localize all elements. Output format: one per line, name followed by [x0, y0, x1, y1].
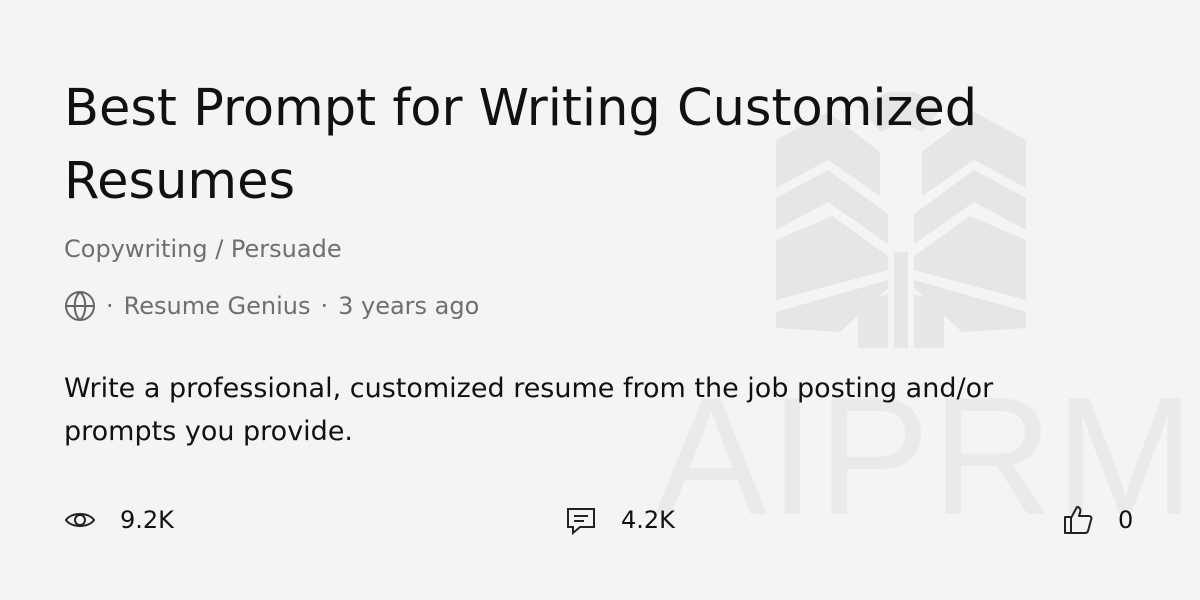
- meta-separator: ·: [320, 292, 329, 320]
- prompt-description: Write a professional, customized resume …: [64, 373, 994, 447]
- views-count: 9.2K: [120, 506, 174, 534]
- comment-icon: [567, 508, 595, 536]
- thumbs-up-icon: [1064, 506, 1093, 534]
- likes-count: 0: [1118, 506, 1134, 534]
- author-link[interactable]: Resume Genius: [124, 292, 311, 320]
- eye-icon: [64, 513, 96, 527]
- like-button[interactable]: 0: [1062, 502, 1133, 538]
- views-stat: 9.2K: [64, 502, 174, 538]
- globe-icon: [65, 291, 95, 321]
- time-ago: 3 years ago: [338, 292, 480, 320]
- meta-separator: ·: [106, 292, 114, 320]
- comments-stat[interactable]: 4.2K: [565, 502, 675, 538]
- category-breadcrumb[interactable]: Copywriting / Persuade: [64, 233, 342, 265]
- prompt-title[interactable]: Best Prompt for Writing Customized Resum…: [64, 72, 1024, 218]
- comments-count: 4.2K: [621, 506, 675, 534]
- prompt-meta: · Resume Genius · 3 years ago: [64, 290, 479, 322]
